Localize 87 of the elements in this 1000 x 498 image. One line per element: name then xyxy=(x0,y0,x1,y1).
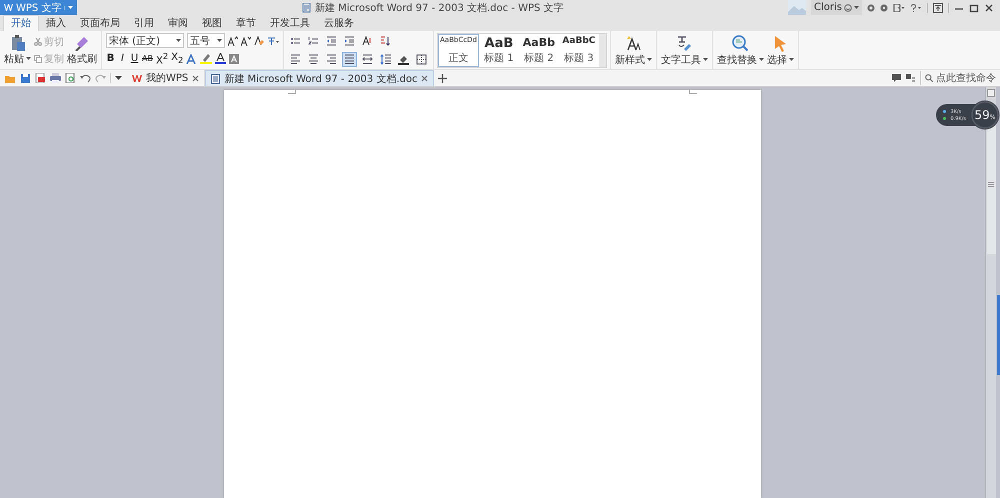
text-effect-icon[interactable] xyxy=(186,54,198,64)
document-icon xyxy=(302,2,311,12)
app-logo-icon xyxy=(4,3,13,12)
underline-button[interactable]: U xyxy=(130,53,139,64)
ribbon-tab[interactable]: 开发工具 xyxy=(263,16,317,31)
close-icon[interactable] xyxy=(984,2,994,12)
text-tools-icon xyxy=(675,34,694,52)
new-style-icon xyxy=(624,34,642,52)
grip-icon xyxy=(988,182,994,186)
gallery-scrollbar[interactable] xyxy=(598,34,606,66)
bold-button[interactable]: B xyxy=(106,53,115,64)
command-search-field[interactable]: 点此查找命令 xyxy=(920,71,996,85)
close-icon[interactable] xyxy=(192,74,200,82)
highlight-icon[interactable] xyxy=(200,53,212,64)
search-icon xyxy=(925,74,933,82)
new-tab-icon[interactable] xyxy=(438,74,448,82)
margin-corner-icon xyxy=(688,90,696,94)
caret-icon xyxy=(176,38,181,43)
wps-logo-icon xyxy=(132,74,142,82)
character-shading-icon[interactable] xyxy=(229,54,240,64)
caret-icon xyxy=(217,38,222,43)
help-icon[interactable] xyxy=(910,4,922,12)
app-menu-button[interactable]: WPS 文字 xyxy=(0,0,78,15)
save-icon[interactable] xyxy=(20,73,31,83)
document-tab[interactable]: 新建 Microsoft Word 97 - 2003 文档.doc xyxy=(205,70,434,86)
ribbon-tab[interactable]: 审阅 xyxy=(161,16,195,31)
comment-icon[interactable] xyxy=(892,74,901,82)
b-menu-icon[interactable] xyxy=(893,4,905,12)
caret-icon xyxy=(26,56,31,60)
brush-icon xyxy=(74,34,90,50)
clipboard-icon xyxy=(10,34,24,50)
new-style-button[interactable]: 新样式 xyxy=(614,34,652,66)
preview-icon[interactable] xyxy=(65,73,76,83)
caret-icon xyxy=(68,6,74,10)
skin-icon[interactable] xyxy=(867,4,875,12)
caret-icon xyxy=(646,58,652,62)
ribbon-tab[interactable]: 页面布局 xyxy=(73,16,127,31)
phonetic-icon[interactable] xyxy=(267,36,279,46)
style-option[interactable]: AaBb 标题 2 xyxy=(518,34,559,66)
ribbon-tab[interactable]: 视图 xyxy=(195,16,229,31)
pdf-icon[interactable] xyxy=(35,73,46,83)
ribbon-tab[interactable]: 章节 xyxy=(229,16,263,31)
clear-format-icon[interactable] xyxy=(254,36,264,46)
print-icon[interactable] xyxy=(50,73,61,83)
superscript-button[interactable]: X$^{2}$ xyxy=(156,51,168,67)
window-title: 新建 Microsoft Word 97 - 2003 文档.doc - WPS 文字 xyxy=(314,2,564,14)
font-name-select[interactable]: 宋体 (正文) xyxy=(106,33,184,48)
shrink-font-icon[interactable] xyxy=(241,36,251,46)
copy-icon xyxy=(34,54,42,62)
caret-icon xyxy=(758,58,764,62)
font-size-select[interactable]: 五号 xyxy=(187,33,225,48)
style-option[interactable]: AaBbC 标题 3 xyxy=(558,34,599,66)
upload-icon[interactable] xyxy=(933,2,943,12)
download-dot-icon xyxy=(943,117,946,120)
strike-button[interactable]: AB xyxy=(142,54,153,64)
find-icon xyxy=(731,34,750,52)
find-button[interactable]: 查找替换 xyxy=(716,34,764,66)
close-icon[interactable] xyxy=(421,75,428,82)
caret-icon xyxy=(854,6,859,10)
ribbon-tab[interactable]: 开始 xyxy=(3,15,39,31)
smiley-icon xyxy=(844,4,852,12)
maximize-icon[interactable] xyxy=(969,2,979,12)
split-icon xyxy=(987,89,995,97)
format-painter-button[interactable]: 格式刷 xyxy=(67,34,97,66)
paste-button[interactable]: 粘贴 xyxy=(4,34,31,66)
dropdown-caret-icon[interactable] xyxy=(115,76,122,80)
caret-icon xyxy=(702,58,708,62)
undo-icon[interactable] xyxy=(80,73,91,83)
layout-icon[interactable] xyxy=(906,74,915,82)
style-option[interactable]: AaB 标题 1 xyxy=(478,34,519,66)
ribbon-tab[interactable]: 引用 xyxy=(127,16,161,31)
settings-icon[interactable] xyxy=(880,4,888,12)
scissors-icon xyxy=(34,38,42,46)
grow-font-icon[interactable] xyxy=(228,36,238,46)
ribbon-tab[interactable]: 云服务 xyxy=(317,16,361,31)
document-icon xyxy=(211,74,220,84)
font-color-icon[interactable] xyxy=(215,53,226,64)
text-tools-button[interactable]: 文字工具 xyxy=(660,34,708,66)
italic-button[interactable]: I xyxy=(118,53,127,64)
caret-icon xyxy=(788,58,794,62)
account-button[interactable]: Cloris xyxy=(811,0,862,15)
subscript-button[interactable]: X$_{2}$ xyxy=(171,52,184,66)
gauge-value: 59 xyxy=(974,108,990,122)
select-button[interactable]: 选择 xyxy=(766,34,794,66)
ribbon-tab[interactable]: 插入 xyxy=(39,16,73,31)
upload-dot-icon xyxy=(943,110,946,113)
margin-corner-icon xyxy=(288,90,296,94)
